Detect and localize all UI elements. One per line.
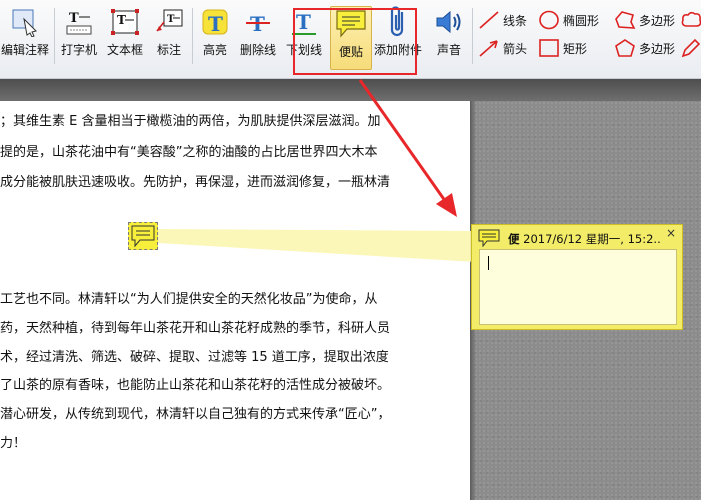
text-cursor xyxy=(488,256,489,270)
pointer-arrow-line xyxy=(358,79,450,206)
note-connector xyxy=(158,229,476,262)
note-header: 便 2017/6/12 星期一, 15:2.. xyxy=(508,231,661,247)
close-icon[interactable]: × xyxy=(666,226,676,240)
note-author: 便 xyxy=(508,232,520,246)
note-popup-icon xyxy=(478,229,500,247)
note-text-area[interactable] xyxy=(479,249,677,325)
sticky-note-marker-icon xyxy=(131,225,155,248)
sticky-note-popup[interactable]: 便 2017/6/12 星期一, 15:2.. × xyxy=(471,224,683,330)
pointer-arrow-head xyxy=(436,193,457,217)
note-timestamp: 2017/6/12 星期一, 15:2.. xyxy=(523,232,661,246)
sticky-note-marker[interactable] xyxy=(128,222,158,250)
